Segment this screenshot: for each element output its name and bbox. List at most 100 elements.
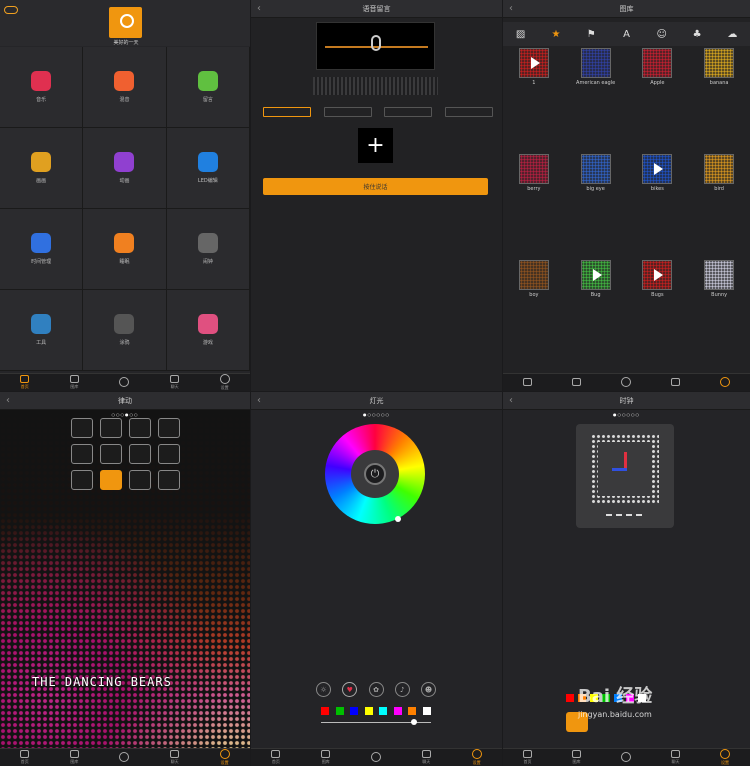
nav-chat[interactable]: 聊天 (671, 750, 680, 765)
effect-button[interactable] (100, 418, 122, 438)
brightness-slider[interactable] (321, 719, 431, 725)
light-mode-button[interactable]: ☼ (316, 682, 331, 697)
back-icon[interactable]: ‹ (6, 395, 10, 406)
nav-gallery[interactable]: 图库 (69, 750, 79, 765)
category-tab[interactable]: ⚑ (583, 29, 599, 40)
mode-button-4[interactable] (444, 107, 493, 117)
nav-chat[interactable]: 聊天 (170, 375, 180, 390)
mode-button-3[interactable] (384, 107, 433, 117)
nav-settings[interactable]: 设置 (720, 749, 730, 766)
nav-home[interactable]: 首页 (20, 750, 30, 765)
effect-button[interactable] (100, 444, 122, 464)
gallery-item[interactable]: Bugs (627, 260, 689, 366)
color-swatch[interactable] (408, 707, 417, 715)
app-tile[interactable]: 工具 (0, 290, 84, 371)
gallery-item[interactable]: berry (503, 154, 565, 260)
nav-chat[interactable] (671, 378, 680, 387)
light-mode-button[interactable]: ✿ (368, 682, 384, 697)
nav-settings[interactable]: 设置 (471, 749, 482, 766)
mode-button-2[interactable] (323, 107, 372, 117)
nav-home[interactable]: 首页 (271, 750, 281, 765)
app-tile[interactable]: 动画 (83, 128, 167, 209)
app-tile[interactable]: 闹钟 (166, 209, 250, 290)
avatar[interactable] (109, 7, 142, 38)
effect-button[interactable] (129, 470, 151, 490)
effect-button[interactable] (158, 444, 180, 464)
nav-light[interactable] (370, 752, 381, 763)
effect-button[interactable] (158, 418, 180, 438)
power-icon[interactable]: ⏻ (364, 463, 386, 485)
effect-button-selected[interactable] (100, 470, 122, 490)
app-tile[interactable]: 游戏 (166, 290, 250, 371)
add-button[interactable]: + (358, 128, 393, 163)
app-tile[interactable]: 混音 (83, 47, 167, 128)
nav-light[interactable] (621, 752, 631, 763)
category-tab[interactable]: ★ (548, 29, 564, 40)
color-swatch[interactable] (379, 707, 388, 715)
gallery-item[interactable]: bikes (627, 154, 689, 260)
nav-home[interactable] (523, 378, 532, 387)
nav-gallery[interactable] (572, 378, 581, 387)
nav-light[interactable] (119, 752, 130, 763)
back-icon[interactable]: ‹ (509, 3, 513, 14)
app-tile[interactable]: 涂鸦 (83, 290, 167, 371)
category-tab[interactable]: ▨ (513, 29, 529, 40)
color-swatch[interactable] (566, 694, 574, 702)
gallery-item[interactable]: Bug (565, 260, 627, 366)
color-swatch[interactable] (335, 707, 344, 715)
app-tile[interactable]: LED编辑 (166, 128, 250, 209)
app-tile[interactable]: 音乐 (0, 47, 84, 128)
gallery-item[interactable]: big eye (565, 154, 627, 260)
nav-home[interactable]: 首页 (523, 750, 532, 765)
effect-button[interactable] (71, 418, 93, 438)
nav-settings[interactable]: 设置 (219, 374, 230, 391)
app-tile[interactable]: 睡眠 (83, 209, 167, 290)
mode-button-1[interactable] (263, 107, 311, 117)
back-icon[interactable]: ‹ (509, 395, 513, 406)
category-tab[interactable]: A (618, 29, 634, 40)
app-tile[interactable]: 留言 (166, 47, 250, 128)
nav-chat[interactable]: 聊天 (421, 750, 431, 765)
color-swatch[interactable] (422, 707, 431, 715)
color-picker-handle[interactable] (395, 516, 401, 522)
category-tab[interactable]: ☺ (654, 29, 670, 40)
effect-button[interactable] (129, 444, 151, 464)
app-tile[interactable]: 时间管理 (0, 209, 84, 290)
color-swatch[interactable] (393, 707, 402, 715)
effect-button[interactable] (71, 444, 93, 464)
nav-light[interactable] (119, 377, 130, 388)
gallery-item[interactable]: Bunny (688, 260, 750, 366)
app-tile[interactable]: 画画 (0, 128, 84, 209)
gallery-item[interactable]: 1 (503, 48, 565, 154)
nav-home[interactable]: 首页 (20, 375, 30, 390)
gallery-item[interactable]: banana (688, 48, 750, 154)
effect-button[interactable] (71, 470, 93, 490)
weather-icon[interactable] (4, 6, 18, 14)
back-icon[interactable]: ‹ (257, 395, 261, 406)
nav-gallery[interactable]: 图库 (572, 750, 581, 765)
nav-light[interactable] (621, 377, 631, 388)
category-tab[interactable]: ♣ (689, 29, 705, 40)
color-swatch[interactable] (350, 707, 359, 715)
color-swatch[interactable] (364, 707, 373, 715)
effect-button[interactable] (158, 470, 180, 490)
light-mode-button[interactable]: ♪ (394, 682, 410, 697)
hold-to-talk-button[interactable]: 按住说话 (263, 178, 488, 195)
nav-chat[interactable]: 聊天 (170, 750, 180, 765)
gallery-item[interactable]: boy (503, 260, 565, 366)
gallery-item[interactable]: Apple (627, 48, 689, 154)
effect-button[interactable] (129, 418, 151, 438)
nav-gallery[interactable]: 图库 (321, 750, 331, 765)
gallery-item[interactable]: American eagle (565, 48, 627, 154)
color-swatch[interactable] (321, 707, 329, 715)
slider-knob[interactable] (411, 719, 417, 725)
category-tab[interactable]: ☁ (724, 29, 740, 40)
nav-settings[interactable]: 设置 (219, 749, 230, 766)
clock-preview[interactable] (576, 424, 674, 528)
nav-settings[interactable] (720, 377, 730, 388)
gallery-item[interactable]: bird (688, 154, 750, 260)
light-mode-button[interactable]: ♥ (342, 682, 358, 697)
nav-gallery[interactable]: 图库 (69, 375, 79, 390)
back-icon[interactable]: ‹ (257, 3, 261, 14)
light-mode-button[interactable]: ☻ (421, 682, 436, 697)
